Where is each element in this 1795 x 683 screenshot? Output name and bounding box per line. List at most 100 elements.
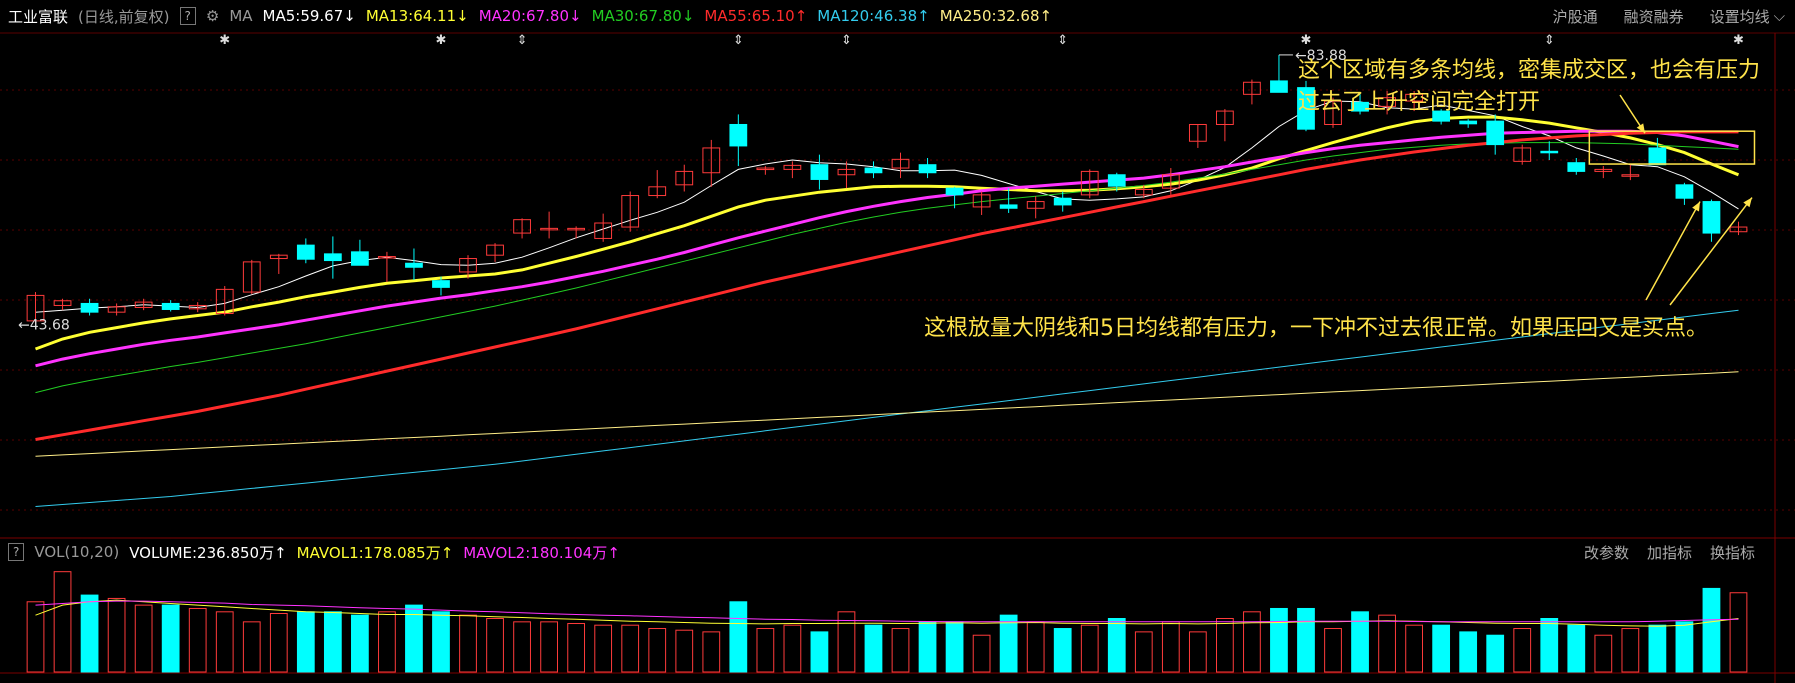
volume-bar (188, 607, 207, 673)
candle-body (1540, 150, 1559, 154)
link-ma-settings[interactable]: 设置均线 (1710, 6, 1770, 27)
link-add-indicator[interactable]: 加指标 (1647, 542, 1692, 563)
volume-bar (1270, 607, 1288, 673)
volume-bar (594, 624, 613, 673)
header-links: 沪股通 融资融券 设置均线 ⌵ (1527, 0, 1785, 32)
ma-line-ma250 (35, 371, 1739, 457)
candle-body (296, 244, 315, 260)
candle-body (1675, 184, 1694, 199)
volume-bar (378, 611, 396, 673)
volume-bar (1161, 621, 1180, 673)
candle-arrow-2-head (1743, 197, 1752, 208)
volume-bar (1567, 624, 1586, 673)
mavol1-value: MAVOL1:178.085万↑ (296, 543, 454, 562)
volume-bar (269, 612, 288, 673)
event-marker-icon: ⇕ (517, 33, 528, 48)
volume-bar (729, 601, 748, 673)
volume-bar (756, 628, 775, 673)
candle-body (161, 302, 180, 310)
candle-body (810, 164, 829, 180)
link-switch-indicator[interactable]: 换指标 (1710, 542, 1755, 563)
volume-bar (215, 611, 234, 673)
volume-bar (621, 624, 640, 673)
volume-bar (1107, 618, 1126, 673)
help-icon[interactable]: ? (179, 7, 196, 25)
volume-bar (1540, 618, 1559, 673)
volume-bar (1053, 628, 1072, 673)
volume-bar (702, 631, 721, 673)
volume-bar (513, 621, 531, 673)
link-change-params[interactable]: 改参数 (1584, 542, 1629, 563)
volume-bar (1513, 628, 1532, 673)
candle-body (1648, 147, 1667, 166)
ma-legend-item: MA5:59.67↓ (262, 7, 356, 25)
volume-bar (1243, 611, 1261, 673)
volume-bar (107, 597, 126, 673)
volume-bar (1324, 628, 1342, 673)
volume-bar (945, 621, 964, 673)
candle-body (1270, 80, 1288, 93)
volume-bar (1702, 587, 1721, 673)
volume-bar (1216, 618, 1234, 673)
volume-bar (864, 624, 883, 673)
candle-body (405, 262, 423, 268)
volume-bar (999, 614, 1018, 673)
volume-bar (26, 601, 45, 673)
candle-body (999, 204, 1018, 209)
volume-bar (1378, 614, 1396, 673)
mavol2-value: MAVOL2:180.104万↑ (463, 543, 620, 562)
candle-body (1702, 201, 1721, 234)
link-hugutong[interactable]: 沪股通 (1553, 6, 1598, 27)
candle-body (1053, 197, 1072, 206)
volume-bar (1594, 634, 1613, 673)
ma-legend-item: MA120:46.38↑ (817, 7, 930, 25)
volume-bar (567, 623, 586, 673)
candle-body (1107, 174, 1126, 187)
volume-bar (675, 629, 694, 673)
event-marker-icon: ✱ (219, 33, 230, 48)
gear-icon[interactable]: ⚙ (206, 7, 219, 25)
candle-body (432, 280, 450, 288)
volume-bar (1080, 624, 1099, 673)
volume-bar (1621, 628, 1640, 673)
vol-label: VOL(10,20) (34, 543, 120, 561)
volume-bar (486, 618, 504, 673)
low-marker-label: ←43.68 (18, 317, 70, 333)
volume-bar (1134, 631, 1153, 673)
stock-symbol[interactable]: 工业富联 (8, 6, 68, 27)
event-marker-icon: ✱ (1733, 33, 1744, 48)
event-marker-icon: ✱ (436, 33, 447, 48)
volume-bar (648, 628, 667, 673)
ma-label: MA (229, 7, 253, 25)
volume-bar (1188, 631, 1207, 673)
candle-body (351, 251, 369, 266)
volume-bar (296, 611, 315, 673)
candle-body (1567, 162, 1586, 172)
volume-bar (1648, 624, 1667, 673)
annotation-bottom-note: 这根放量大阴线和5日均线都有压力，一下冲不过去很正常。如果压回又是买点。 (924, 316, 1708, 341)
event-marker-icon: ⇕ (841, 33, 852, 48)
volume-bar (161, 604, 180, 673)
volume-bar (323, 611, 342, 673)
ma-legend-item: MA30:67.80↓ (591, 7, 695, 25)
candle-body (729, 123, 748, 147)
volume-bar (53, 571, 72, 673)
event-marker-icon: ⇕ (1544, 33, 1555, 48)
volume-bar (540, 621, 558, 673)
volume-bar (1459, 631, 1478, 673)
volume-bar (891, 628, 910, 673)
vol-help-icon[interactable]: ? (8, 543, 25, 561)
volume-bar (351, 614, 369, 673)
volume-links: 改参数 加指标 换指标 (1566, 540, 1755, 564)
volume-value: VOLUME:236.850万↑ (129, 543, 287, 562)
volume-bar (80, 594, 99, 673)
period-label[interactable]: (日线,前复权) (78, 6, 169, 27)
candle-body (323, 253, 342, 262)
chevron-down-icon[interactable]: ⌵ (1774, 7, 1785, 25)
candle-body (918, 164, 937, 174)
volume-bar (242, 621, 261, 673)
volume-bar (459, 614, 477, 673)
volume-header: ? VOL(10,20) VOLUME:236.850万↑ MAVOL1:178… (0, 540, 1795, 564)
candle-body (1486, 120, 1505, 146)
link-margin-trading[interactable]: 融资融券 (1624, 6, 1684, 27)
